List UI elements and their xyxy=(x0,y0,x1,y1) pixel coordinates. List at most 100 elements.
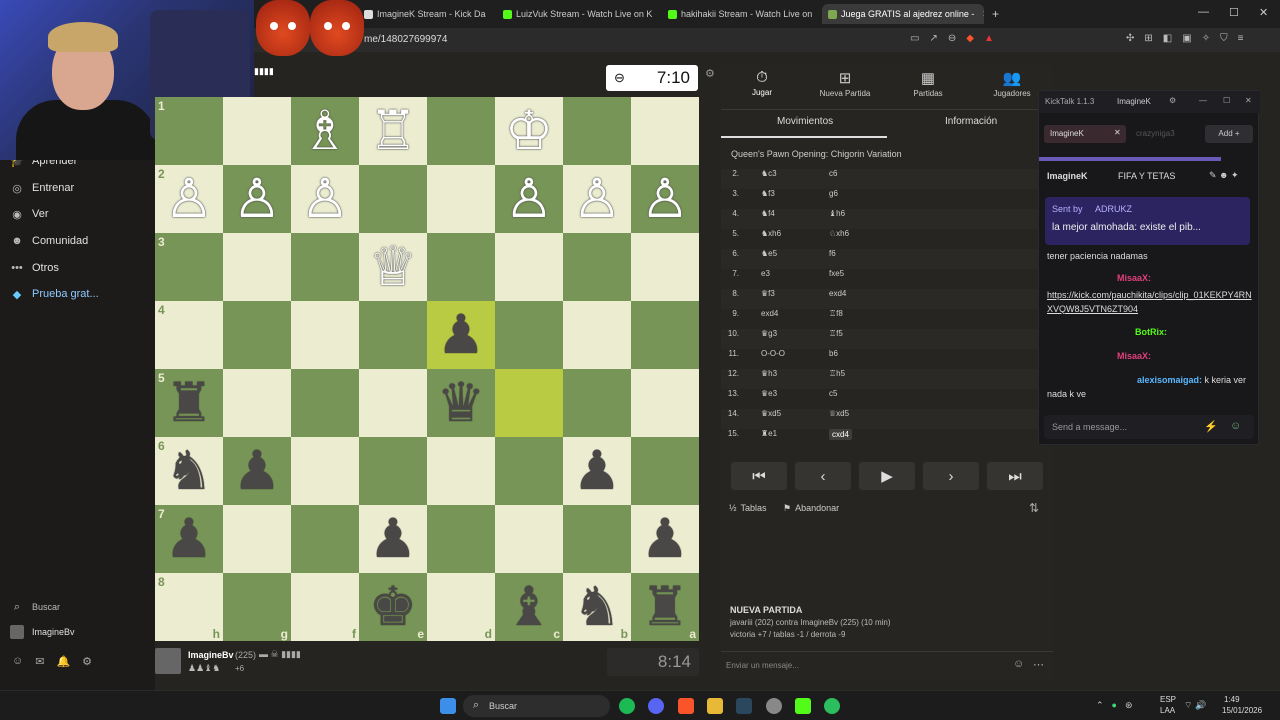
clock-date[interactable]: 15/01/2026 xyxy=(1222,706,1262,715)
chat-input[interactable]: Send a message... xyxy=(1052,422,1127,432)
tab-partidas[interactable]: ▦ Partidas xyxy=(893,69,963,98)
chess-piece[interactable]: ♟ xyxy=(165,512,213,566)
sidebar-item-otros[interactable]: ••• Otros xyxy=(10,261,59,275)
board-square[interactable] xyxy=(495,505,563,573)
board-square[interactable] xyxy=(427,97,495,165)
current-move[interactable]: cxd4 xyxy=(829,429,852,440)
board-square[interactable]: ♖ xyxy=(359,97,427,165)
board-square[interactable] xyxy=(223,369,291,437)
chess-piece[interactable]: ♙ xyxy=(165,172,213,226)
minimize-icon[interactable]: — xyxy=(1199,96,1207,105)
white-move[interactable]: ♞c3 xyxy=(761,169,777,178)
new-tab-icon[interactable]: + xyxy=(992,7,999,21)
board-square[interactable]: ♞ 6 xyxy=(155,437,223,505)
start-button[interactable] xyxy=(440,698,456,714)
board-square[interactable]: ♟ xyxy=(223,437,291,505)
chess-piece[interactable]: ♙ xyxy=(641,172,689,226)
board-square[interactable] xyxy=(427,165,495,233)
maximize-icon[interactable]: ☐ xyxy=(1223,96,1230,105)
board-square[interactable]: ♙ 2 xyxy=(155,165,223,233)
browser-tab-3[interactable]: hakihakii Stream - Watch Live on xyxy=(662,4,814,24)
settings-icon[interactable]: ⚙ xyxy=(1169,96,1176,105)
kicktalk-icon[interactable] xyxy=(824,698,840,714)
board-square[interactable] xyxy=(291,301,359,369)
settings-icon[interactable]: ⚙ xyxy=(82,655,92,668)
board-square[interactable] xyxy=(631,233,699,301)
browser-tab-4[interactable]: Juega GRATIS al ajedrez online - ✕ xyxy=(822,4,984,24)
black-move[interactable]: ♝h6 xyxy=(829,209,845,218)
chess-piece[interactable]: ♜ xyxy=(165,376,213,430)
board-square[interactable] xyxy=(631,97,699,165)
chess-piece[interactable]: ♙ xyxy=(573,172,621,226)
chess-piece[interactable]: ♛ xyxy=(437,376,485,430)
board-square[interactable] xyxy=(631,369,699,437)
chat-tab-other[interactable]: crazyniga3 xyxy=(1136,129,1175,138)
spotify-icon[interactable] xyxy=(619,698,635,714)
brave-icon[interactable] xyxy=(678,698,694,714)
next-move-button[interactable]: › xyxy=(923,462,979,490)
vpn-icon[interactable]: ⛉ xyxy=(1220,33,1228,44)
steam-icon[interactable] xyxy=(736,698,752,714)
subtab-movimientos[interactable]: Movimientos xyxy=(777,116,833,127)
white-move[interactable]: ♜e1 xyxy=(761,429,777,438)
close-tab-icon[interactable]: ✕ xyxy=(1114,128,1121,137)
language-indicator[interactable]: ESP xyxy=(1160,695,1176,704)
chess-piece[interactable]: ♙ xyxy=(505,172,553,226)
sidebar-profile[interactable]: ImagineBv xyxy=(10,625,75,639)
url-field[interactable]: me/148027699974 xyxy=(364,34,447,45)
sidebar-search[interactable]: ⌕ Buscar xyxy=(10,600,60,614)
board-square[interactable] xyxy=(631,301,699,369)
chess-piece[interactable]: ♗ xyxy=(301,104,349,158)
minimize-icon[interactable]: — xyxy=(1198,6,1209,18)
chat-tab-active[interactable]: ImagineK ✕ xyxy=(1044,125,1126,143)
keyboard-layout[interactable]: LAA xyxy=(1160,706,1175,715)
board-square[interactable]: f xyxy=(291,573,359,641)
move-row[interactable]: 2. ♞c3 c6 xyxy=(721,169,1053,189)
black-move[interactable]: c6 xyxy=(829,169,837,178)
message-input[interactable]: Enviar un mensaje... xyxy=(726,661,799,670)
black-move[interactable]: fxe5 xyxy=(829,269,844,278)
emote-picker-icon[interactable]: ☺ xyxy=(1230,420,1241,432)
board-square[interactable]: ♟ xyxy=(427,301,495,369)
move-row[interactable]: 4. ♞f4 ♝h6 xyxy=(721,209,1053,229)
board-square[interactable]: ♜ 5 xyxy=(155,369,223,437)
white-move[interactable]: ♞e5 xyxy=(761,249,777,258)
board-square[interactable] xyxy=(563,97,631,165)
board-square[interactable]: ♟ xyxy=(631,505,699,573)
play-button[interactable]: ▶ xyxy=(859,462,915,490)
network-sound-icons[interactable]: ⌔ 🔊 xyxy=(1184,700,1206,711)
chess-piece[interactable]: ♞ xyxy=(165,444,213,498)
chess-piece[interactable]: ♝ xyxy=(505,580,553,634)
board-square[interactable]: 3 xyxy=(155,233,223,301)
board-square[interactable]: d xyxy=(427,573,495,641)
move-row[interactable]: 5. ♞xh6 ♘xh6 xyxy=(721,229,1053,249)
last-move-button[interactable]: ⏭ xyxy=(987,462,1043,490)
black-move[interactable]: b6 xyxy=(829,349,838,358)
white-move[interactable]: e3 xyxy=(761,269,770,278)
add-tab-button[interactable]: Add + xyxy=(1205,125,1253,143)
zoom-icon[interactable]: ⊖ xyxy=(948,33,956,44)
board-square[interactable] xyxy=(223,505,291,573)
sidebar-item-comunidad[interactable]: ☻ Comunidad xyxy=(10,234,88,248)
sidebar-item-entrenar[interactable]: ◎ Entrenar xyxy=(10,181,74,195)
player-name[interactable]: ImagineBv xyxy=(188,650,234,660)
tray-app-icon[interactable]: ● xyxy=(1112,700,1117,711)
first-move-button[interactable]: ⏮ xyxy=(731,462,787,490)
chat-username[interactable]: alexisomaigad: xyxy=(1137,375,1202,385)
chess-piece[interactable]: ♖ xyxy=(369,104,417,158)
tab-nueva-partida[interactable]: ⊞ Nueva Partida xyxy=(810,69,880,98)
tray-app-icon[interactable]: ⊛ xyxy=(1125,700,1133,711)
board-square[interactable] xyxy=(495,301,563,369)
black-move[interactable]: g6 xyxy=(829,189,838,198)
black-move[interactable]: f6 xyxy=(829,249,836,258)
board-square[interactable] xyxy=(291,505,359,573)
black-move[interactable]: exd4 xyxy=(829,289,846,298)
white-move[interactable]: ♞f4 xyxy=(761,209,775,218)
board-square[interactable]: ♙ xyxy=(563,165,631,233)
board-settings-icon[interactable]: ⚙ xyxy=(705,67,715,80)
chat-link[interactable]: https://kick.com/pauchikita/clips/clip_0… xyxy=(1047,289,1252,316)
white-move[interactable]: ♛e3 xyxy=(761,389,777,398)
board-square[interactable] xyxy=(359,165,427,233)
board-square[interactable] xyxy=(495,369,563,437)
brave-shield-icon[interactable]: ◆ xyxy=(966,33,974,44)
